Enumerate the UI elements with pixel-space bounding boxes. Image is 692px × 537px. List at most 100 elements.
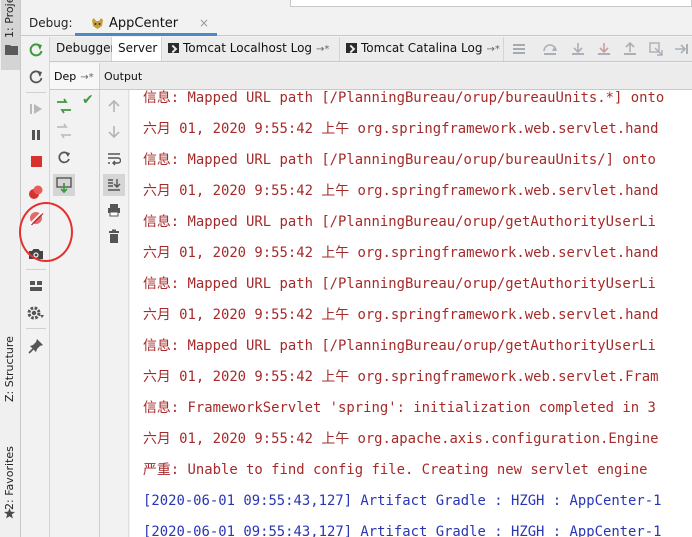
- force-step-into-icon[interactable]: [597, 42, 611, 56]
- drop-frame-glyph-icon: [649, 42, 663, 56]
- pause-icon: [32, 130, 40, 140]
- trash-icon: [109, 229, 119, 243]
- scroll-to-end-button[interactable]: [103, 174, 125, 196]
- resume-icon: [30, 104, 42, 114]
- arrow-down-icon: [572, 43, 584, 55]
- tab-pin-marker: →*: [80, 72, 94, 83]
- arrow-up-icon: [624, 41, 636, 55]
- pin-icon: [28, 339, 43, 354]
- pause-button[interactable]: [27, 126, 45, 144]
- rerun-button[interactable]: [27, 41, 45, 59]
- console-line: 六月 01, 2020 9:55:42 上午 org.springframewo…: [143, 121, 659, 137]
- step-into-icon[interactable]: [571, 42, 585, 56]
- drop-frame-icon[interactable]: [649, 42, 663, 56]
- console-line: 信息: Mapped URL path [/PlanningBureau/oru…: [143, 214, 656, 230]
- step-over-glyph-icon: [543, 44, 557, 55]
- deploy-update-button[interactable]: [56, 98, 72, 114]
- run-config-name: AppCenter: [109, 16, 179, 31]
- tab-debugger-label: Debugger: [56, 41, 116, 55]
- view-breakpoints-icon: [29, 185, 43, 199]
- debug-tool-window-header: Debug: AppCenter ×: [21, 10, 692, 36]
- run-config-tab[interactable]: AppCenter ×: [75, 12, 217, 36]
- step-out-icon[interactable]: [623, 41, 637, 56]
- restore-layout-button[interactable]: [27, 277, 45, 295]
- debug-title: Debug:: [29, 16, 73, 30]
- print-button[interactable]: [106, 202, 122, 218]
- console-output[interactable]: 信息: Mapped URL path [/PlanningBureau/oru…: [130, 90, 692, 537]
- rerun-icon: [29, 43, 43, 57]
- console-line: 六月 01, 2020 9:55:42 上午 org.springframewo…: [143, 307, 659, 323]
- star-icon: [4, 508, 15, 519]
- tab-debugger[interactable]: Debugger: [50, 37, 116, 61]
- tomcat-icon: [92, 18, 103, 29]
- output-toolbar: [100, 90, 129, 537]
- stop-button[interactable]: [27, 152, 45, 170]
- redeploy-arrows-icon: [57, 123, 71, 139]
- clear-all-button[interactable]: [106, 228, 122, 244]
- restart-button[interactable]: [27, 68, 45, 86]
- update-arrows-icon: [57, 98, 71, 114]
- step-over-icon[interactable]: [543, 42, 557, 56]
- console-line: 六月 01, 2020 9:55:42 上午 org.apache.axis.c…: [143, 431, 659, 447]
- scroll-down-button[interactable]: [106, 124, 122, 140]
- gear-icon: [27, 306, 44, 320]
- console-line: 信息: Mapped URL path [/PlanningBureau/oru…: [143, 276, 656, 292]
- console-line: 信息: Mapped URL path [/PlanningBureau/oru…: [143, 338, 656, 354]
- console-log-icon: [346, 43, 357, 53]
- refresh-icon: [58, 151, 70, 164]
- settings-button[interactable]: [27, 304, 45, 322]
- deployed-check-icon: ✔: [82, 92, 94, 108]
- favorites-tool-tab[interactable]: 2: Favorites: [1, 440, 20, 522]
- tab-pin-marker: →*: [316, 44, 330, 55]
- tab-pin-marker: →*: [486, 44, 500, 55]
- redeploy-button[interactable]: [56, 123, 72, 139]
- tab-tomcat-catalina-log[interactable]: Tomcat Catalina Log →*: [340, 37, 504, 61]
- console-log-icon: [168, 43, 179, 53]
- tab-server[interactable]: Server: [112, 37, 162, 61]
- console-line: [2020-06-01 09:55:43,127] Artifact Gradl…: [143, 493, 662, 509]
- tab-server-label: Server: [118, 41, 158, 55]
- stop-icon: [31, 156, 42, 167]
- refresh-button[interactable]: [56, 150, 72, 166]
- arrow-down-icon: [108, 126, 120, 139]
- console-line: 六月 01, 2020 9:55:42 上午 org.springframewo…: [143, 245, 659, 261]
- annotation-circle: [19, 202, 73, 262]
- deploy-icon: [56, 177, 72, 193]
- debug-actions-toolbar: [21, 37, 50, 537]
- tab-output-label: Output: [104, 70, 143, 83]
- console-line: 信息: Mapped URL path [/PlanningBureau/oru…: [143, 90, 665, 106]
- soft-wrap-button[interactable]: [106, 151, 122, 167]
- debug-tab-bar: Debugger Server Tomcat Localhost Log →* T…: [50, 37, 692, 62]
- project-tool-tab[interactable]: 1: Project: [1, 0, 20, 70]
- close-tab-icon[interactable]: ×: [199, 16, 209, 30]
- scroll-up-button[interactable]: [106, 98, 122, 114]
- project-tab-label: 1: Project: [3, 0, 16, 38]
- layout-icon: [30, 281, 42, 291]
- view-breakpoints-button[interactable]: [27, 183, 45, 201]
- tab-tomcat-localhost-log-label: Tomcat Localhost Log: [183, 41, 313, 55]
- folder-icon: [5, 45, 18, 55]
- tab-tomcat-catalina-log-label: Tomcat Catalina Log: [361, 41, 483, 55]
- restart-icon: [29, 70, 43, 84]
- console-line: 六月 01, 2020 9:55:42 上午 org.springframewo…: [143, 183, 659, 199]
- server-subtab-bar: Dep →* Output: [50, 63, 692, 90]
- deployment-panel: [50, 90, 100, 537]
- toolbar-divider: [26, 328, 46, 329]
- menu-list-icon[interactable]: [512, 42, 526, 56]
- structure-tab-label: Z: Structure: [3, 336, 16, 402]
- console-line: 六月 01, 2020 9:55:42 上午 org.springframewo…: [143, 369, 659, 385]
- soft-wrap-icon: [108, 153, 121, 166]
- deploy-artifact-button[interactable]: [53, 174, 75, 196]
- pin-tab-button[interactable]: [27, 337, 45, 355]
- printer-icon: [108, 204, 120, 217]
- tab-deployment[interactable]: Dep →*: [50, 63, 100, 89]
- arrow-up-icon: [108, 99, 120, 112]
- resume-button[interactable]: [27, 100, 45, 118]
- tab-output[interactable]: Output: [101, 63, 146, 89]
- structure-tool-tab[interactable]: Z: Structure: [1, 336, 20, 402]
- run-to-cursor-icon[interactable]: [674, 42, 688, 56]
- console-line: [2020-06-01 09:55:43,127] Artifact Gradl…: [143, 524, 662, 537]
- arrow-down-red-icon: [598, 43, 610, 55]
- console-line: 信息: Mapped URL path [/PlanningBureau/oru…: [143, 152, 656, 168]
- tab-tomcat-localhost-log[interactable]: Tomcat Localhost Log →*: [162, 37, 340, 61]
